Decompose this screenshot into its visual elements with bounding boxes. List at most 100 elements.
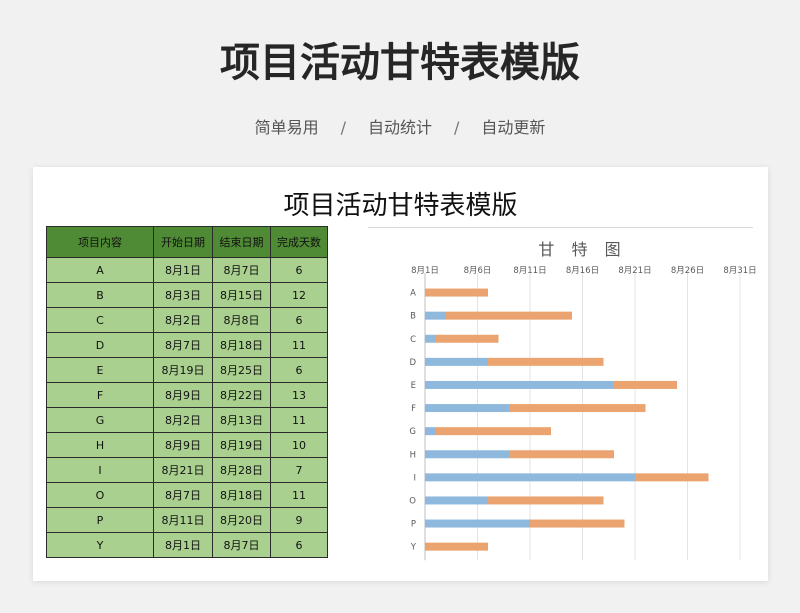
cell-days[interactable]: 6	[270, 532, 328, 558]
cell-task[interactable]: G	[46, 407, 154, 433]
bar-duration	[425, 288, 488, 297]
cell-start[interactable]: 8月7日	[153, 332, 213, 358]
cell-task[interactable]: O	[46, 482, 154, 508]
chart-title: 甘 特 图	[538, 240, 626, 259]
x-tick-label: 8月26日	[671, 266, 704, 276]
cell-task[interactable]: P	[46, 507, 154, 533]
bar-offset	[425, 496, 488, 505]
cell-days[interactable]: 11	[270, 482, 328, 508]
table-row: H 8月9日 8月19日 10	[46, 432, 328, 458]
cell-end[interactable]: 8月8日	[212, 307, 271, 333]
cell-start[interactable]: 8月7日	[153, 482, 213, 508]
table-row: E 8月19日 8月25日 6	[46, 357, 328, 383]
cell-end[interactable]: 8月25日	[212, 357, 271, 383]
bar-duration	[435, 334, 499, 343]
cell-task[interactable]: A	[46, 257, 154, 283]
cell-days[interactable]: 6	[270, 357, 328, 383]
tag-3: 自动更新	[481, 118, 546, 137]
activity-table: 项目内容 开始日期 结束日期 完成天数 A 8月1日 8月7日 6 B 8月3日 8月15日…	[46, 226, 328, 558]
cell-end[interactable]: 8月22日	[212, 382, 271, 408]
cell-days[interactable]: 9	[270, 507, 328, 533]
column-header-start[interactable]: 开始日期	[153, 226, 213, 258]
cell-days[interactable]: 6	[270, 307, 328, 333]
table-row: I 8月21日 8月28日 7	[46, 457, 328, 483]
tag-2: 自动统计	[367, 118, 432, 137]
cell-start[interactable]: 8月1日	[153, 257, 213, 283]
x-tick-label: 8月11日	[513, 266, 546, 276]
y-category-label: D	[409, 358, 416, 368]
cell-task[interactable]: D	[46, 332, 154, 358]
bar-offset	[425, 473, 635, 482]
y-category-label: A	[410, 289, 416, 299]
x-tick-label: 8月21日	[618, 266, 651, 276]
column-header-task[interactable]: 项目内容	[46, 226, 154, 258]
y-category-label: F	[411, 404, 416, 414]
cell-task[interactable]: E	[46, 357, 154, 383]
cell-task[interactable]: F	[46, 382, 154, 408]
bar-duration	[509, 450, 614, 459]
cell-end[interactable]: 8月7日	[212, 257, 271, 283]
bar-duration	[435, 427, 551, 436]
cell-days[interactable]: 11	[270, 407, 328, 433]
tag-separator: /	[340, 118, 346, 137]
bar-offset	[425, 404, 509, 413]
cell-task[interactable]: B	[46, 282, 154, 308]
cell-end[interactable]: 8月18日	[212, 332, 271, 358]
cell-start[interactable]: 8月9日	[153, 432, 213, 458]
title-divider	[368, 227, 753, 228]
cell-end[interactable]: 8月7日	[212, 532, 271, 558]
column-header-days[interactable]: 完成天数	[270, 226, 328, 258]
cell-task[interactable]: C	[46, 307, 154, 333]
cell-end[interactable]: 8月19日	[212, 432, 271, 458]
bar-offset	[425, 311, 446, 320]
table-header-row: 项目内容 开始日期 结束日期 完成天数	[46, 226, 328, 258]
bar-duration	[635, 473, 709, 482]
cell-days[interactable]: 13	[270, 382, 328, 408]
cell-task[interactable]: I	[46, 457, 154, 483]
table-row: B 8月3日 8月15日 12	[46, 282, 328, 308]
page-title: 项目活动甘特表模版	[220, 40, 580, 86]
x-tick-label: 8月16日	[566, 266, 599, 276]
column-header-end[interactable]: 结束日期	[212, 226, 271, 258]
cell-days[interactable]: 11	[270, 332, 328, 358]
table-row: C 8月2日 8月8日 6	[46, 307, 328, 333]
cell-task[interactable]: H	[46, 432, 154, 458]
bar-offset	[425, 427, 436, 436]
bar-offset	[425, 357, 488, 366]
cell-end[interactable]: 8月15日	[212, 282, 271, 308]
cell-start[interactable]: 8月1日	[153, 532, 213, 558]
table-row: A 8月1日 8月7日 6	[46, 257, 328, 283]
cell-start[interactable]: 8月9日	[153, 382, 213, 408]
cell-start[interactable]: 8月11日	[153, 507, 213, 533]
cell-start[interactable]: 8月19日	[153, 357, 213, 383]
cell-days[interactable]: 7	[270, 457, 328, 483]
cell-days[interactable]: 6	[270, 257, 328, 283]
y-category-label: E	[411, 381, 416, 391]
bar-duration	[488, 357, 604, 366]
bar-duration	[614, 380, 677, 389]
bar-offset	[425, 519, 530, 528]
bar-duration	[446, 311, 572, 320]
cell-days[interactable]: 10	[270, 432, 328, 458]
table-row: D 8月7日 8月18日 11	[46, 332, 328, 358]
x-tick-label: 8月6日	[464, 266, 492, 276]
table-row: O 8月7日 8月18日 11	[46, 482, 328, 508]
cell-start[interactable]: 8月2日	[153, 307, 213, 333]
sheet-title: 项目活动甘特表模版	[283, 191, 518, 221]
cell-end[interactable]: 8月28日	[212, 457, 271, 483]
cell-start[interactable]: 8月2日	[153, 407, 213, 433]
y-category-label: I	[413, 473, 416, 483]
cell-start[interactable]: 8月21日	[153, 457, 213, 483]
cell-days[interactable]: 12	[270, 282, 328, 308]
bar-duration	[488, 496, 604, 505]
cell-task[interactable]: Y	[46, 532, 154, 558]
cell-start[interactable]: 8月3日	[153, 282, 213, 308]
cell-end[interactable]: 8月18日	[212, 482, 271, 508]
y-category-label: Y	[410, 543, 417, 553]
cell-end[interactable]: 8月13日	[212, 407, 271, 433]
x-tick-label: 8月31日	[723, 266, 756, 276]
y-category-label: P	[411, 520, 416, 530]
table-row: Y 8月1日 8月7日 6	[46, 532, 328, 558]
bar-offset	[425, 380, 614, 389]
cell-end[interactable]: 8月20日	[212, 507, 271, 533]
